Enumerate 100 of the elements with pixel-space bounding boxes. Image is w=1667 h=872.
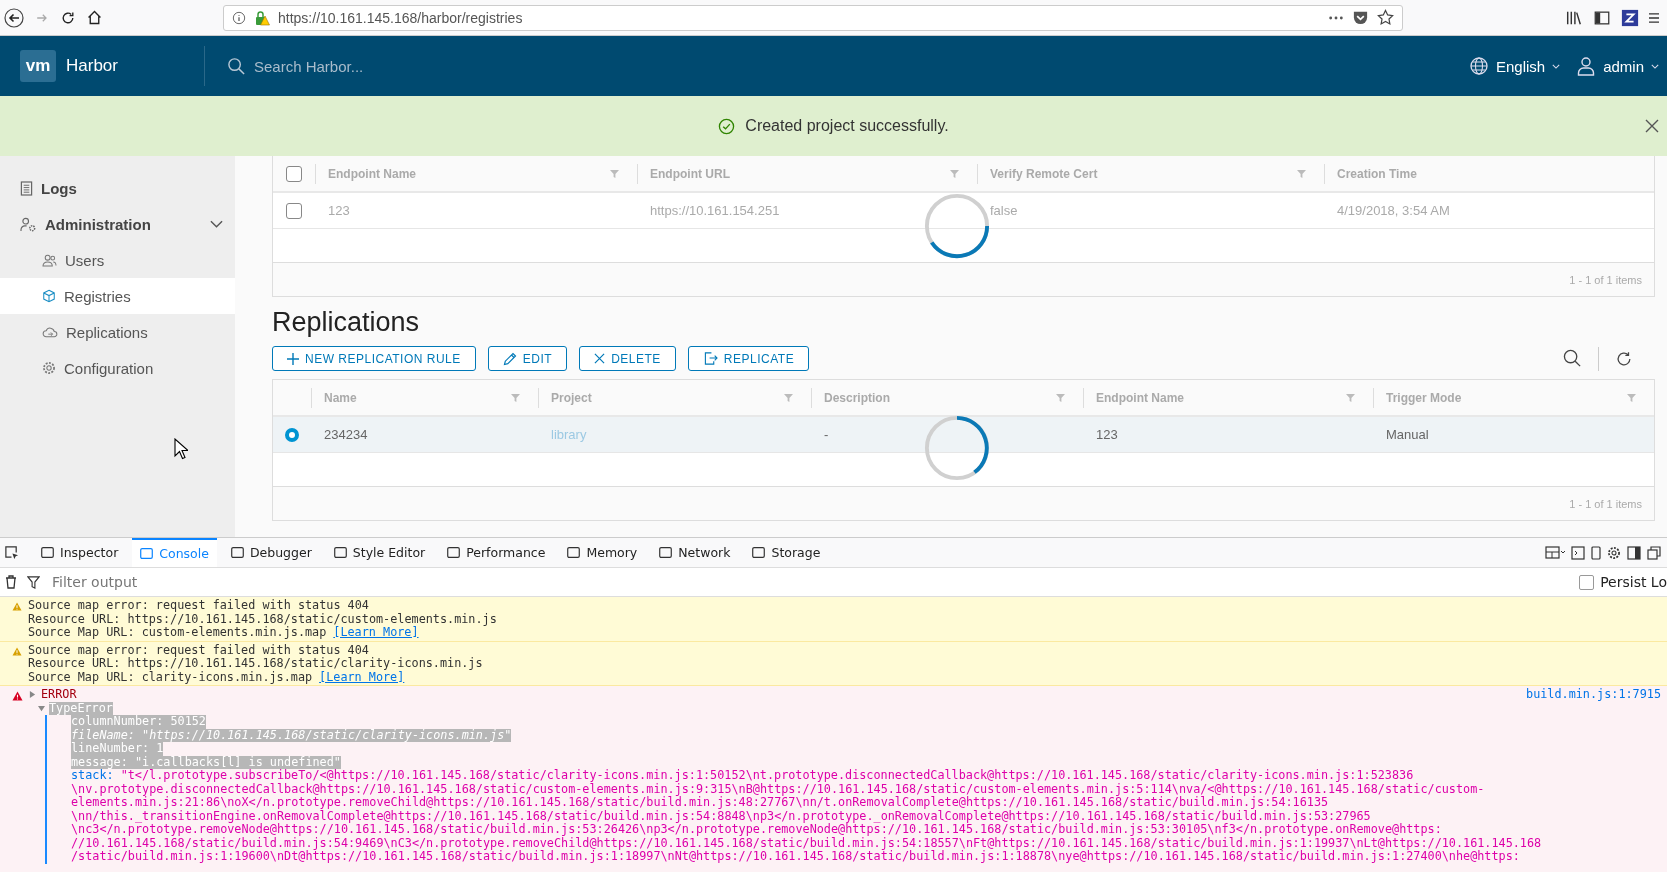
logo: vm xyxy=(20,50,56,82)
table-cell: - xyxy=(824,427,829,442)
persist-checkbox[interactable] xyxy=(1579,574,1595,590)
panel-icon xyxy=(333,547,347,558)
warning-icon xyxy=(12,646,22,656)
caret-icon xyxy=(1651,63,1659,69)
log-text: \nc3</n.prototype.removeNode@https://10.161.145.168/static/build.min.js:53:26426\np3</n.prototype.removeNode@https://10.161.145.168/static/build.min.js:53:30105\nf3</n.prototype.onRemove@https: xyxy=(71,823,1442,837)
log-text: stack: xyxy=(71,769,114,783)
info-icon xyxy=(232,10,246,25)
devtools-tab[interactable]: Inspector xyxy=(33,538,127,567)
toolbar-button[interactable]: NEW REPLICATION RULE xyxy=(272,346,476,371)
home-icon[interactable] xyxy=(86,9,103,26)
section-title: Replications xyxy=(272,307,421,338)
devtools-tab[interactable]: Memory xyxy=(559,538,646,567)
devtools-tab[interactable]: Console xyxy=(132,538,217,567)
address-bar[interactable]: https://10.161.145.168/harbor/registries xyxy=(223,4,1403,31)
table-cell: 123 xyxy=(1096,427,1118,442)
cloud-icon xyxy=(42,326,58,338)
learn-more-link[interactable]: [Learn More] xyxy=(319,670,405,684)
devtools-tab[interactable]: Style Editor xyxy=(325,538,434,567)
toolbar-button[interactable]: DELETE xyxy=(579,346,676,371)
panel-icon xyxy=(567,547,581,558)
row-radio[interactable] xyxy=(285,427,299,442)
devtools-tab[interactable]: Performance xyxy=(439,538,554,567)
warning-icon xyxy=(12,602,22,611)
loading-spinner xyxy=(923,192,991,260)
source-link[interactable]: build.min.js:1:7915 xyxy=(1526,688,1667,702)
close-icon[interactable] xyxy=(1645,119,1659,133)
user-menu[interactable]: admin xyxy=(1568,50,1667,82)
user-gear-icon xyxy=(20,216,37,232)
element-picker-icon[interactable] xyxy=(4,545,19,560)
panel-icon xyxy=(140,548,154,559)
log-text: elements.min.js:21:86\noX</n.prototype.removeChild@https://10.161.145.168/static/build.min.js:48:27767\nn/t.onRemovalComplete@https://10.161.145.168/static/build.min.js:54:16135 xyxy=(71,796,1329,810)
pocket-icon[interactable] xyxy=(1352,9,1369,26)
expand-arrow-icon[interactable] xyxy=(29,690,36,700)
log-text: lineNumber: 1 xyxy=(71,742,164,756)
log-text: //10.161.145.168/static/build.min.js:54:9469\nC3</n.prototype.removeChild@https://10.161.145.168/static/build.min.js:54:18557\nFt@https://10.161.145.168/static/build.min.js:1:19937\nLt@https://10.161.145.168 xyxy=(71,836,1542,850)
select-all-checkbox[interactable] xyxy=(286,165,302,182)
chevron-icon[interactable] xyxy=(210,220,223,228)
log-text: /static/build.min.js:1:19600\nDt@https://10.161.145.168/static/build.min.js:1:18997\nNt@https://10.161.145.168/static/build.min.js:1:18878\nye@https://10.161.145.168/static/build.min.js:1:27400\nhe@https: xyxy=(71,850,1520,864)
sidebar-item[interactable]: Administration xyxy=(0,206,235,242)
plus-icon xyxy=(287,352,299,365)
globe-icon xyxy=(1468,56,1489,76)
log-text: Source map error: request failed with status 404 xyxy=(28,599,369,613)
console-icon[interactable] xyxy=(1571,545,1585,560)
panel-icon xyxy=(447,547,461,558)
layout-icon[interactable] xyxy=(1545,545,1565,560)
table-cell: Manual xyxy=(1386,427,1429,442)
reload-icon[interactable] xyxy=(60,9,76,26)
log-text: Source Map URL: clarity-icons.min.js.map xyxy=(28,670,313,684)
sidebar-item[interactable]: Configuration xyxy=(0,350,235,386)
sidebar-item[interactable]: Replications xyxy=(0,314,235,350)
search-icon[interactable] xyxy=(1563,349,1582,368)
log-text: \nn/this._transitionEngine.onRemovalComplete@https://10.161.145.168/static/build.min.js:54:8848\np3</n.prototype._onRemovalComplete@https://10.161.145.168/static/build.min.js:53:27965 xyxy=(71,809,1371,823)
log-text: "t</l.prototype.subscribeTo/<@https://10.161.145.168/static/clarity-icons.min.js:1:50152\nt.prototype.disconnectedCallback@https://10.161.145.168/static/clarity-icons.min.js:1:523836 xyxy=(120,769,1414,783)
phone-icon[interactable] xyxy=(1591,545,1601,560)
cube-icon xyxy=(42,289,56,303)
extension-icon[interactable] xyxy=(1621,8,1639,27)
toolbar-button[interactable]: EDIT xyxy=(487,346,568,371)
filter-field[interactable]: Filter output xyxy=(50,573,1570,591)
sidebar-item[interactable]: Registries xyxy=(0,278,235,314)
devtools-tab[interactable]: Network xyxy=(651,538,739,567)
user-icon xyxy=(1576,56,1597,76)
learn-more-link[interactable]: [Learn More] xyxy=(333,626,419,640)
log-text: Resource URL: https://10.161.145.168/static/clarity-icons.min.js xyxy=(28,657,483,671)
search-field[interactable]: Search Harbor... xyxy=(252,56,496,76)
sidebar-item[interactable]: Logs xyxy=(0,170,235,206)
table-cell: 234234 xyxy=(324,427,368,442)
settings-icon[interactable] xyxy=(1607,545,1621,560)
refresh-icon[interactable] xyxy=(1615,349,1633,368)
language-menu[interactable]: English xyxy=(1460,50,1569,82)
expand-arrow-icon[interactable] xyxy=(37,704,46,712)
log-text: message: "i.callbacks[l] is undefined" xyxy=(71,755,341,769)
devtools-tab[interactable]: Debugger xyxy=(222,538,320,567)
dock-icon[interactable] xyxy=(1627,545,1641,560)
log-text: Source Map URL: custom-elements.min.js.map xyxy=(28,626,327,640)
checkbox-label[interactable]: Persist Lo xyxy=(1600,574,1667,590)
error-icon xyxy=(12,691,23,701)
table-cell: 123 xyxy=(328,203,350,218)
document-icon xyxy=(20,180,33,196)
cursor-icon xyxy=(174,438,188,460)
log-text: TypeError xyxy=(49,701,113,715)
log-text: Source map error: request failed with status 404 xyxy=(28,643,369,657)
lock-warning-icon xyxy=(254,9,270,26)
trash-icon[interactable] xyxy=(5,575,17,589)
devtools-tab[interactable]: Storage xyxy=(744,538,829,567)
close-icon xyxy=(594,353,606,364)
toolbar-button[interactable]: REPLICATE xyxy=(687,346,810,371)
app-title[interactable]: Harbor xyxy=(66,56,176,76)
star-icon[interactable] xyxy=(1377,9,1394,26)
windows-icon[interactable] xyxy=(1647,545,1661,560)
alert-message: Created project successfully. xyxy=(745,117,949,135)
log-text: fileName: "https://10.161.145.168/static/clarity-icons.min.js" xyxy=(71,728,512,742)
table-cell: false xyxy=(990,203,1018,218)
back-icon[interactable] xyxy=(4,7,24,28)
pencil-icon xyxy=(502,351,517,366)
more-icon[interactable] xyxy=(1328,14,1344,21)
sidebar-item[interactable]: Users xyxy=(0,242,235,278)
row-checkbox[interactable] xyxy=(286,202,302,219)
loading-spinner xyxy=(923,414,991,482)
